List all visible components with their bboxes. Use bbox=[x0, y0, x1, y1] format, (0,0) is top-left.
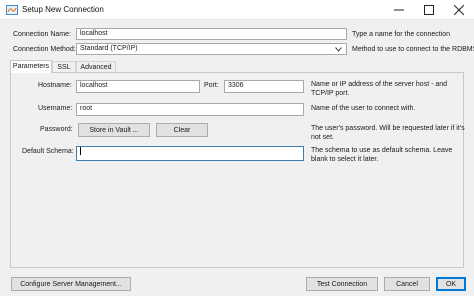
connection-method-label: Connection Method: bbox=[13, 46, 76, 53]
configure-server-management-button[interactable]: Configure Server Management... bbox=[11, 277, 131, 291]
hostname-label: Hostname: bbox=[38, 82, 72, 89]
default-schema-hint-line2: blank to select it later. bbox=[311, 156, 379, 163]
cancel-button[interactable]: Cancel bbox=[384, 277, 430, 291]
ok-button[interactable]: OK bbox=[436, 277, 466, 291]
close-button[interactable] bbox=[444, 0, 474, 20]
username-hint: Name of the user to connect with. bbox=[311, 105, 416, 112]
parameters-panel bbox=[10, 72, 464, 268]
connection-method-select[interactable]: Standard (TCP/IP) bbox=[76, 43, 347, 55]
text-caret bbox=[80, 147, 81, 156]
username-input[interactable]: root bbox=[76, 103, 304, 116]
username-label: Username: bbox=[38, 105, 73, 112]
minimize-button[interactable] bbox=[384, 0, 414, 20]
test-connection-button[interactable]: Test Connection bbox=[306, 277, 378, 291]
connection-method-hint: Method to use to connect to the RDBMS bbox=[352, 46, 474, 53]
maximize-button[interactable] bbox=[414, 0, 444, 20]
default-schema-input[interactable] bbox=[76, 146, 304, 161]
chevron-down-icon bbox=[335, 47, 342, 52]
connection-name-input[interactable]: localhost bbox=[76, 28, 347, 40]
default-schema-hint-line1: The schema to use as default schema. Lea… bbox=[311, 147, 453, 154]
mysql-workbench-app-icon bbox=[6, 4, 18, 16]
connection-name-label: Connection Name: bbox=[13, 31, 71, 38]
default-schema-label: Default Schema: bbox=[22, 148, 74, 155]
password-hint-line2: not set. bbox=[311, 134, 334, 141]
connection-name-hint: Type a name for the connection bbox=[352, 31, 451, 38]
password-label: Password: bbox=[40, 126, 73, 133]
connection-method-value: Standard (TCP/IP) bbox=[80, 45, 138, 52]
hostname-hint-line2: TCP/IP port. bbox=[311, 90, 350, 97]
minimize-icon bbox=[394, 9, 404, 11]
password-hint-line1: The user's password. Will be requested l… bbox=[311, 125, 465, 132]
hostname-input[interactable]: localhost bbox=[76, 80, 200, 93]
clear-password-button[interactable]: Clear bbox=[156, 123, 208, 137]
port-input[interactable]: 3306 bbox=[224, 80, 304, 93]
close-icon bbox=[454, 5, 464, 15]
tab-parameters[interactable]: Parameters bbox=[10, 60, 52, 73]
hostname-hint-line1: Name or IP address of the server host - … bbox=[311, 81, 448, 88]
window-title: Setup New Connection bbox=[22, 5, 104, 14]
port-label: Port: bbox=[204, 82, 219, 89]
maximize-icon bbox=[424, 5, 434, 15]
store-in-vault-button[interactable]: Store in Vault ... bbox=[78, 123, 150, 137]
